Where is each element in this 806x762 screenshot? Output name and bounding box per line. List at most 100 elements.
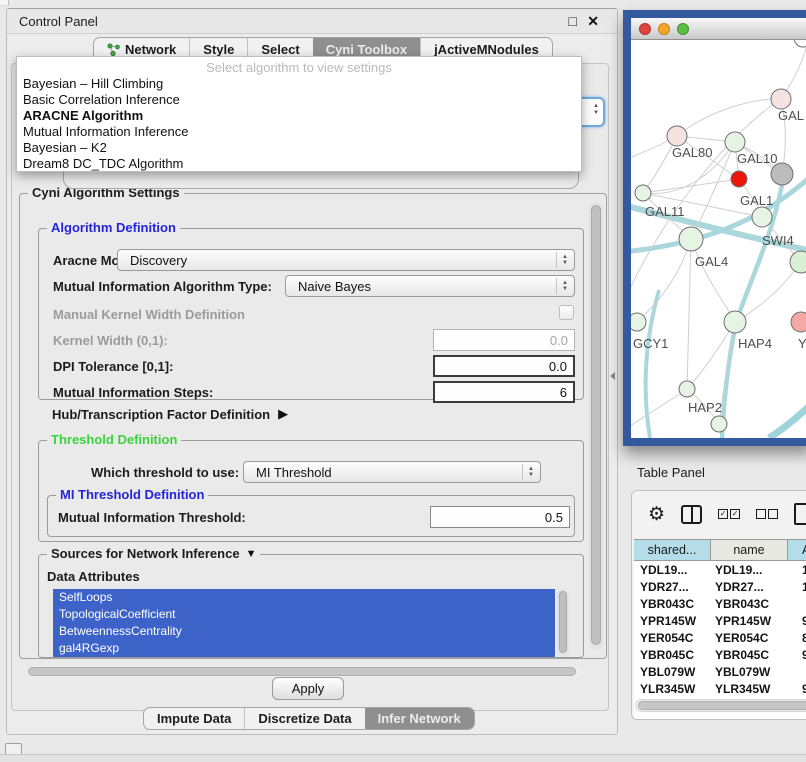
node[interactable]: [679, 227, 703, 251]
list-item[interactable]: SelfLoops: [53, 589, 555, 606]
table-hscrollbar[interactable]: [635, 699, 806, 712]
split-columns-icon[interactable]: [681, 505, 702, 524]
menu-item[interactable]: Mutual Information Inference: [17, 124, 581, 140]
tab-impute-data-label: Impute Data: [157, 711, 231, 726]
column-header-name[interactable]: name: [711, 540, 788, 560]
menu-item[interactable]: Basic Correlation Inference: [17, 92, 581, 108]
threshold-definition-group: Threshold Definition Which threshold to …: [38, 440, 584, 542]
list-item[interactable]: BetweennessCentrality: [53, 623, 555, 640]
tab-style-label: Style: [203, 42, 234, 57]
node-selected[interactable]: [731, 171, 747, 187]
node[interactable]: [635, 185, 651, 201]
network-icon: [107, 43, 120, 56]
spinner-icon: ▲▼: [522, 464, 536, 480]
spinner-icon: ▲▼: [556, 252, 570, 268]
table-row[interactable]: YBR043C YBR043C: [634, 595, 806, 612]
list-item[interactable]: gal4RGexp: [53, 640, 555, 657]
close-icon[interactable]: ✕: [587, 13, 599, 30]
zoom-traffic-light[interactable]: [677, 23, 689, 35]
table-row[interactable]: YDR27... YDR27... 12: [634, 578, 806, 595]
mi-algorithm-type-value: Naive Bayes: [298, 279, 371, 294]
column-header-partial[interactable]: A: [788, 540, 806, 560]
clear-checks-icon[interactable]: [756, 509, 778, 519]
tab-discretize-data-label: Discretize Data: [258, 711, 351, 726]
table-row[interactable]: YDL19... YDL19... 13: [634, 561, 806, 578]
document-icon[interactable]: [794, 503, 806, 525]
table-panel: ⚙ ✓ ✓ shared... name A YDL19... YDL19...…: [631, 490, 806, 720]
node[interactable]: [711, 416, 727, 432]
node-label: GAL10: [737, 151, 777, 166]
aracne-mode-combobox[interactable]: Discovery ▲▼: [117, 249, 575, 271]
kernel-width-value: 0.0: [550, 333, 568, 348]
apply-button[interactable]: Apply: [272, 677, 344, 700]
node-label: GAL1: [740, 193, 773, 208]
node[interactable]: [771, 163, 793, 185]
gear-icon[interactable]: ⚙: [648, 503, 665, 526]
menu-item[interactable]: Bayesian – K2: [17, 140, 581, 156]
table-row[interactable]: YPR145W YPR145W 9.: [634, 612, 806, 629]
select-all-checks-icon[interactable]: ✓ ✓: [718, 509, 740, 519]
node-label: SWI4: [762, 233, 794, 248]
tab-infer-network-label: Infer Network: [378, 711, 461, 726]
mi-algorithm-type-label: Mutual Information Algorithm Type:: [53, 279, 272, 294]
float-icon[interactable]: □: [569, 13, 577, 29]
node[interactable]: [791, 312, 806, 332]
algorithm-definition-group: Algorithm Definition Aracne Mode: Discov…: [38, 228, 584, 400]
sources-title-row[interactable]: Sources for Network Inference ▼: [47, 546, 260, 561]
dpi-tolerance-field[interactable]: 0.0: [433, 355, 575, 377]
data-attributes-list[interactable]: SelfLoops TopologicalCoefficient Between…: [53, 589, 555, 657]
column-header-shared-name[interactable]: shared...: [634, 540, 711, 560]
control-panel-titlebar: Control Panel □ ✕: [7, 9, 617, 34]
mi-threshold-definition-title: MI Threshold Definition: [56, 487, 208, 502]
menu-item[interactable]: Bayesian – Hill Climbing: [17, 76, 581, 92]
splitter-arrow-icon[interactable]: [610, 372, 615, 380]
hub-definition-toggle[interactable]: Hub/Transcription Factor Definition ▶: [52, 406, 288, 422]
network-canvas[interactable]: GAL GAL80 GAL10 GAL11 GAL1 SWI4 GAL4 GCY…: [631, 40, 806, 438]
tab-discretize-data[interactable]: Discretize Data: [244, 708, 364, 729]
table-panel-title: Table Panel: [637, 465, 705, 480]
menu-item-selected[interactable]: ARACNE Algorithm: [17, 108, 581, 124]
spinner-icon: ▲▼: [556, 278, 570, 294]
node[interactable]: [790, 251, 806, 273]
control-panel-title: Control Panel: [19, 14, 98, 29]
node[interactable]: [771, 89, 791, 109]
data-attributes-label: Data Attributes: [47, 569, 140, 584]
minimize-traffic-light[interactable]: [658, 23, 670, 35]
node[interactable]: [724, 311, 746, 333]
menu-item[interactable]: Dream8 DC_TDC Algorithm: [17, 156, 581, 172]
table-row[interactable]: YBR045C YBR045C 9.: [634, 646, 806, 663]
which-threshold-combobox[interactable]: MI Threshold ▲▼: [243, 461, 541, 483]
node[interactable]: [725, 132, 745, 152]
close-traffic-light[interactable]: [639, 23, 651, 35]
node[interactable]: [667, 126, 687, 146]
mi-steps-value: 6: [560, 385, 567, 400]
node-label: GCY1: [633, 336, 668, 351]
node[interactable]: [752, 207, 772, 227]
mi-steps-field[interactable]: 6: [433, 381, 575, 403]
table-toolbar: ⚙ ✓ ✓: [632, 491, 806, 537]
tab-cyni-toolbox-label: Cyni Toolbox: [326, 42, 407, 57]
node[interactable]: [679, 381, 695, 397]
table-row[interactable]: YLR345W YLR345W 9.: [634, 680, 806, 697]
tab-infer-network[interactable]: Infer Network: [365, 708, 474, 729]
node-label: HAP2: [688, 400, 722, 415]
kernel-width-field[interactable]: 0.0: [433, 329, 575, 351]
chevron-right-icon: ▶: [278, 406, 288, 422]
network-window-titlebar[interactable]: [631, 18, 806, 40]
chevron-down-icon: ▼: [246, 548, 257, 560]
dpi-tolerance-label: DPI Tolerance [0,1]:: [53, 359, 173, 374]
node[interactable]: [631, 313, 646, 331]
algorithm-definition-title: Algorithm Definition: [47, 220, 180, 235]
tab-impute-data[interactable]: Impute Data: [144, 708, 244, 729]
attributes-vscrollbar[interactable]: [557, 589, 569, 657]
table-row[interactable]: YBL079W YBL079W: [634, 663, 806, 680]
table-row[interactable]: YER054C YER054C 8.: [634, 629, 806, 646]
manual-kernel-width-checkbox[interactable]: [559, 305, 574, 320]
settings-vscrollbar[interactable]: [589, 202, 603, 650]
list-item[interactable]: TopologicalCoefficient: [53, 606, 555, 623]
mi-algorithm-type-combobox[interactable]: Naive Bayes ▲▼: [285, 275, 575, 297]
which-threshold-label: Which threshold to use:: [91, 465, 239, 480]
cyni-bottom-tabbar: Impute Data Discretize Data Infer Networ…: [143, 707, 475, 730]
node[interactable]: [794, 40, 806, 47]
mi-threshold-field[interactable]: 0.5: [430, 506, 570, 528]
